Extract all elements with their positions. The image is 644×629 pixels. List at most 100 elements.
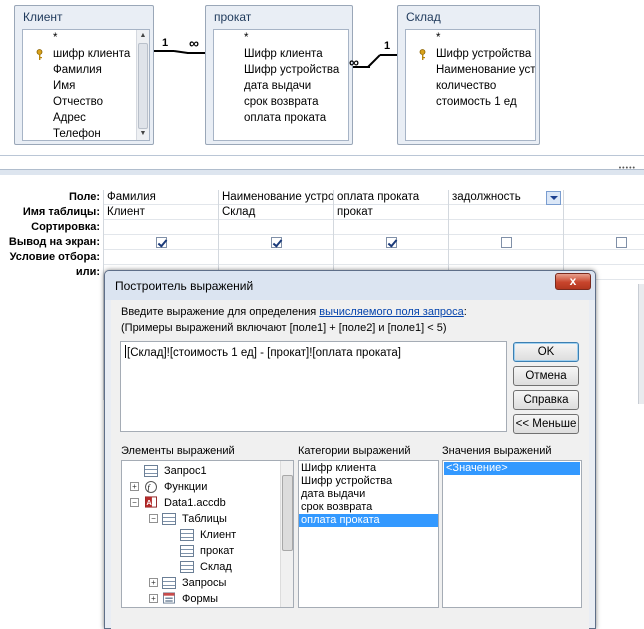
collapse-icon[interactable]: − [149,514,158,523]
show-checkbox[interactable] [386,237,397,248]
field-list-scrollbar[interactable]: ▲ ▼ [136,30,149,140]
primary-key-icon [419,49,426,60]
field-list[interactable]: * шифр клиента Фамилия Имя Отчество Адре… [22,29,150,141]
svg-text:A: A [146,498,152,507]
tree-scrollbar[interactable] [280,461,293,607]
grid-field-cell[interactable]: задолжность [449,190,545,205]
field-item-key[interactable]: шифр клиента [23,46,149,62]
dialog-titlebar[interactable]: Построитель выражений [105,271,595,300]
form-icon [163,592,175,604]
grid-field-cell[interactable]: Фамилия [104,190,218,205]
ok-button[interactable]: OK [513,342,579,362]
help-button[interactable]: Справка [513,390,579,410]
field-item[interactable]: Шифр устройства [214,62,348,78]
show-checkbox[interactable] [501,237,512,248]
close-button[interactable]: x [555,273,591,290]
categories-list[interactable]: Шифр клиента Шифр устройства дата выдачи… [298,460,439,608]
table-icon [180,529,194,541]
grid-table-cell[interactable] [449,205,563,220]
scroll-thumb[interactable] [138,43,148,129]
field-item[interactable]: * [214,30,348,46]
field-item-key[interactable]: Шифр устройства [406,46,535,62]
row-label-or: или: [75,266,100,278]
grid-field-cell[interactable] [564,190,644,205]
expression-builder-dialog: Построитель выражений x Введите выражени… [104,270,596,629]
scroll-thumb[interactable] [282,475,293,551]
field-item[interactable]: Адрес [23,110,149,126]
relation-one-label: 1 [384,40,391,52]
expand-icon[interactable]: + [130,482,139,491]
field-item[interactable]: срок возврата [214,94,348,110]
field-list[interactable]: * Шифр устройства Наименование уст колич… [405,29,536,141]
tree-item-label: Склад [200,561,232,573]
field-item[interactable]: Наименование уст [406,62,535,78]
category-item-selected[interactable]: оплата проката [299,514,438,527]
table-title[interactable]: Склад [398,6,539,28]
access-database-icon: A [145,496,157,508]
categories-label: Категории выражений [298,445,411,457]
field-item[interactable]: Имя [23,78,149,94]
relation-one-label: 1 [162,37,169,49]
field-item[interactable]: * [23,30,149,46]
table-box-rental[interactable]: прокат * Шифр клиента Шифр устройства да… [205,5,353,145]
values-label: Значения выражений [442,445,552,457]
close-icon: x [569,274,577,288]
instructions-suffix: : [463,306,467,318]
primary-key-icon [36,49,43,60]
field-item[interactable]: стоимость 1 ед [406,94,535,110]
category-item[interactable]: срок возврата [299,501,438,514]
table-title[interactable]: Клиент [15,6,153,28]
splitter-grip-icon[interactable]: ••••• [619,165,636,172]
field-item[interactable]: Отчество [23,94,149,110]
tree-item-label: Data1.accdb [164,497,226,509]
category-item[interactable]: Шифр клиента [299,462,438,475]
table-title[interactable]: прокат [206,6,352,28]
field-item[interactable]: дата выдачи [214,78,348,94]
instructions-prefix: Введите выражение для определения [121,306,320,318]
table-box-client[interactable]: Клиент * шифр клиента Фамилия Имя Отчест… [14,5,154,145]
category-item[interactable]: дата выдачи [299,488,438,501]
grid-table-cell[interactable]: Клиент [104,205,218,220]
field-item[interactable]: оплата проката [214,110,348,126]
expand-icon[interactable]: + [149,578,158,587]
values-list[interactable]: <Значение> [442,460,582,608]
row-label-show: Вывод на экран: [8,236,100,248]
grid-table-cell[interactable]: прокат [334,205,448,220]
grid-vertical-scrollbar[interactable] [638,284,644,404]
tree-item-label: Функции [164,481,208,493]
field-item[interactable]: Шифр клиента [214,46,348,62]
field-item[interactable]: Фамилия [23,62,149,78]
cancel-button[interactable]: Отмена [513,366,579,386]
scroll-down-arrow-icon[interactable]: ▼ [137,128,149,140]
less-button[interactable]: << Меньше [513,414,579,434]
relation-many-label: ∞ [189,35,199,51]
show-checkbox[interactable] [271,237,282,248]
grid-table-cell[interactable]: Склад [219,205,333,220]
relation-many-label: ∞ [349,54,359,70]
relation-line [380,54,397,56]
field-list[interactable]: * Шифр клиента Шифр устройства дата выда… [213,29,349,141]
field-item[interactable]: * [406,30,535,46]
expression-textbox[interactable]: [Склад]![стоимость 1 ед] - [прокат]![опл… [120,341,507,432]
show-checkbox[interactable] [616,237,627,248]
grid-field-cell[interactable]: оплата проката [334,190,448,205]
dropdown-arrow-icon[interactable] [546,191,561,205]
value-item-selected[interactable]: <Значение> [444,462,580,475]
grid-field-cell[interactable]: Наименование устро [219,190,333,205]
table-box-warehouse[interactable]: Склад * Шифр устройства Наименование уст… [397,5,540,145]
examples-text: (Примеры выражений включают [поле1] + [п… [121,322,447,334]
calculated-field-link[interactable]: вычисляемого поля запроса [319,306,463,318]
tree-item-label: прокат [200,545,235,557]
elements-tree[interactable]: Запрос1 + f Функции − A Data1.accdb − Та… [121,460,294,608]
field-item[interactable]: Телефон [23,126,149,140]
relation-line [367,54,381,68]
relation-line [187,52,205,54]
collapse-icon[interactable]: − [130,498,139,507]
field-item[interactable]: количество [406,78,535,94]
expand-icon[interactable]: + [149,594,158,603]
scroll-up-arrow-icon[interactable]: ▲ [137,30,149,42]
category-item[interactable]: Шифр устройства [299,475,438,488]
row-label-sort: Сортировка: [31,221,100,233]
show-checkbox[interactable] [156,237,167,248]
pane-splitter[interactable]: ••••• [0,155,644,177]
